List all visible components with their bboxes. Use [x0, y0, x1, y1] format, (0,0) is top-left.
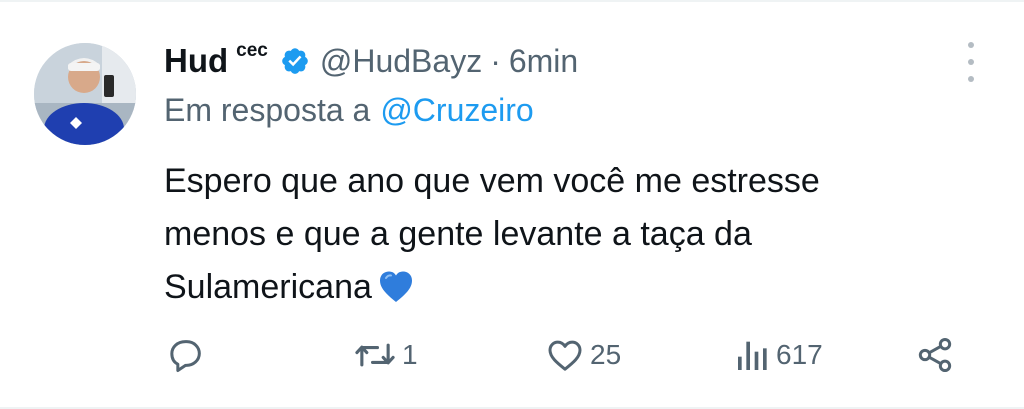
separator-dot: · [490, 42, 501, 79]
action-bar: 1 25 617 [0, 330, 1024, 380]
top-divider [0, 0, 1024, 2]
tweet-text: Espero que ano que vem você me estresse … [164, 155, 964, 314]
like-count: 25 [590, 339, 622, 370]
views-button[interactable]: 617 [734, 330, 823, 380]
avatar[interactable] [34, 43, 136, 145]
reply-context: Em resposta a @Cruzeiro [164, 92, 534, 138]
author-handle[interactable]: @HudBayz [320, 43, 482, 80]
avatar-photo [34, 43, 136, 145]
tweet-text-line: menos e que a gente levante a taça da [164, 215, 752, 253]
retweet-icon [355, 343, 395, 367]
author-name-suffix: cec [236, 40, 268, 61]
reply-icon [170, 340, 201, 372]
retweet-button[interactable]: 1 [352, 330, 418, 380]
verified-badge-icon [280, 46, 310, 76]
reply-button[interactable] [166, 330, 210, 380]
more-dot [968, 59, 974, 65]
like-button[interactable]: 25 [544, 330, 621, 380]
like-heart-icon [548, 340, 582, 371]
blue-heart-icon [378, 268, 414, 304]
share-button[interactable] [914, 330, 956, 380]
tweet-header: Hud cec @HudBayz · 6min [164, 38, 578, 84]
more-dot [968, 76, 974, 82]
more-options-icon[interactable] [960, 42, 982, 82]
reply-prefix: Em resposta a [164, 92, 371, 128]
views-bar-chart-icon [738, 341, 767, 370]
timestamp[interactable]: 6min [509, 43, 578, 80]
reply-mention-link[interactable]: @Cruzeiro [380, 92, 533, 128]
views-count: 617 [776, 339, 823, 370]
author-name[interactable]: Hud [164, 42, 228, 80]
tweet-text-line-content: Sulamericana [164, 268, 372, 306]
tweet-text-line-last: Sulamericana [164, 261, 964, 314]
tweet-text-line: Espero que ano que vem você me estresse [164, 162, 820, 200]
more-dot [968, 42, 974, 48]
retweet-count: 1 [402, 339, 418, 370]
share-icon [918, 338, 952, 372]
